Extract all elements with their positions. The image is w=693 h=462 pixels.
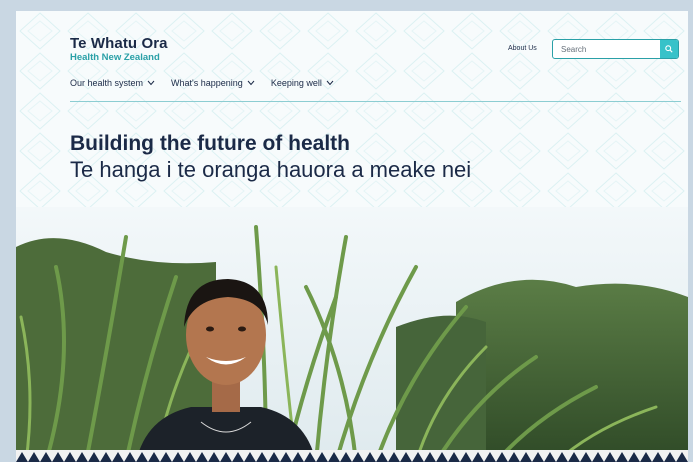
page: Te Whatu Ora Health New Zealand About Us… [16,11,688,462]
nav-label: Our health system [70,78,144,88]
chevron-down-icon [147,80,155,86]
search-button[interactable] [660,40,678,58]
logo-subtitle[interactable]: Health New Zealand [70,52,160,63]
chevron-down-icon [326,80,334,86]
hero-image [16,207,688,462]
search-icon [665,45,673,53]
page-title: Building the future of health [70,132,350,155]
logo-title[interactable]: Te Whatu Ora [70,35,168,52]
nav-our-health-system[interactable]: Our health system [70,78,155,88]
about-us-link[interactable]: About Us [508,45,537,52]
nav-label: Keeping well [270,78,322,88]
site-header: Te Whatu Ora Health New Zealand About Us… [16,11,688,211]
search-box [552,39,679,59]
nav-whats-happening[interactable]: What's happening [171,78,255,88]
page-subtitle: Te hanga i te oranga hauora a meake nei [70,157,472,182]
nav-label: What's happening [171,78,243,88]
chevron-down-icon [247,80,255,86]
search-input[interactable] [553,40,659,58]
nav-keeping-well[interactable]: Keeping well [271,78,334,88]
header-divider [70,101,681,102]
main-nav: Our health system What's happening Keepi… [70,78,334,88]
